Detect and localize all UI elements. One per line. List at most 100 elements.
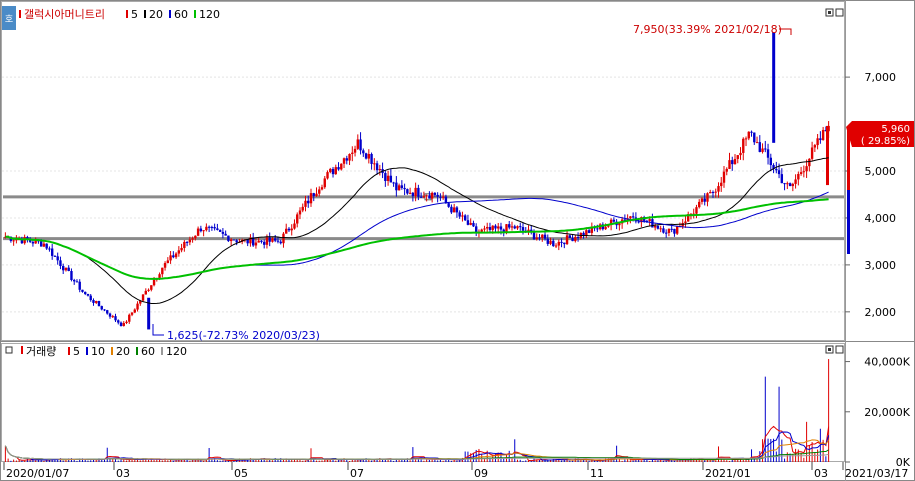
candle-body (274, 238, 277, 241)
candle-body (461, 215, 464, 217)
candle-body (406, 189, 409, 194)
candle-body (631, 216, 635, 218)
legend-swatch (144, 10, 146, 18)
candle-body (172, 255, 175, 258)
date-tick-label: 03 (814, 467, 828, 480)
current-change: ( 29.85%) (861, 136, 910, 147)
candle-body (711, 192, 715, 194)
candle-body (117, 320, 120, 323)
candle-body (469, 222, 472, 225)
legend-swatch (111, 347, 113, 355)
high-annotation: 7,950(33.39% 2021/02/18) (633, 23, 792, 36)
candle-body (505, 224, 508, 233)
candle-body (637, 221, 640, 223)
candle-body (279, 241, 282, 244)
candle-body (315, 193, 318, 197)
candle-body (810, 147, 814, 159)
date-tick-label: 07 (350, 467, 364, 480)
candle-body (486, 227, 489, 229)
legend-swatch (68, 347, 70, 355)
candle-body (282, 233, 285, 244)
candle-body (64, 267, 68, 271)
candle-body (557, 241, 560, 246)
candle-body (725, 168, 728, 172)
volume-tick-label: 20,000K (864, 406, 910, 419)
price-tick-label: 4,000 (865, 212, 897, 225)
candle-body (436, 194, 439, 197)
candle-body (202, 230, 205, 232)
candle-body (221, 231, 225, 234)
candle-body (326, 172, 329, 179)
volume-profile-marker (847, 130, 850, 190)
close-icon[interactable] (835, 345, 844, 354)
candle-body (370, 153, 373, 164)
candle-body (312, 193, 315, 197)
candle-body (265, 237, 269, 245)
candle-body (546, 238, 549, 244)
candle-body (353, 148, 357, 153)
chart-tag: 호 (5, 14, 13, 25)
candle-body (389, 175, 393, 183)
candle-body (753, 132, 756, 143)
candle-body (425, 195, 428, 197)
candle-body (736, 155, 739, 159)
candle-body (695, 207, 698, 214)
candle-body (541, 234, 544, 238)
candle-body (147, 289, 150, 291)
candle-body (364, 153, 368, 159)
candle-body (227, 235, 230, 242)
current-price: 5,960 (881, 124, 910, 135)
candle-body (565, 235, 569, 245)
candle-body (629, 216, 632, 219)
candle-body (309, 193, 313, 204)
candle-body (152, 279, 156, 286)
candle-body (144, 290, 147, 295)
candle-body (543, 234, 547, 239)
legend-swatch (86, 347, 88, 355)
low-label: 1,625(-72.73% 2020/03/23) (167, 329, 320, 342)
price-tick-label: 5,000 (865, 165, 897, 178)
candle-body (513, 226, 516, 229)
candle-body (290, 228, 293, 231)
candle-body (786, 183, 789, 185)
candle-body (466, 220, 470, 225)
candle-body (560, 241, 563, 243)
candle-body (670, 228, 673, 230)
candle-body (130, 312, 134, 315)
candle-body (174, 253, 178, 258)
legend-item-20: 20 (116, 345, 130, 358)
candle-body (428, 195, 431, 199)
candle-body (331, 168, 335, 175)
candle-body (373, 163, 376, 165)
candle-body (125, 321, 128, 324)
close-icon[interactable] (835, 8, 844, 17)
candle-body (403, 187, 406, 190)
candle-body (235, 240, 238, 243)
candle-body (419, 196, 423, 198)
legend-swatch (136, 347, 138, 355)
candle-body (114, 316, 117, 321)
candle-body (758, 142, 761, 152)
candle-body (298, 210, 302, 215)
candle-body (323, 178, 326, 188)
candle-body (395, 182, 398, 191)
candle-body (604, 226, 607, 230)
maximize-icon-dot (828, 348, 831, 351)
candle-body (535, 237, 538, 240)
legend-item-60: 60 (141, 345, 155, 358)
candle-body (150, 285, 153, 290)
candle-body (706, 193, 709, 202)
candle-body (386, 175, 390, 181)
candle-body (293, 223, 296, 229)
candle-body (97, 301, 101, 307)
candle-body (158, 274, 161, 278)
candle-body (414, 187, 417, 197)
candle-body (136, 303, 139, 310)
candle-body (574, 237, 577, 242)
candle-body (356, 139, 360, 149)
candle-body (307, 200, 310, 204)
title-marker (21, 346, 23, 354)
legend-item-5: 5 (131, 8, 138, 21)
candle-body (408, 192, 412, 194)
date-tick-label: 2021/03/17 (845, 467, 908, 480)
